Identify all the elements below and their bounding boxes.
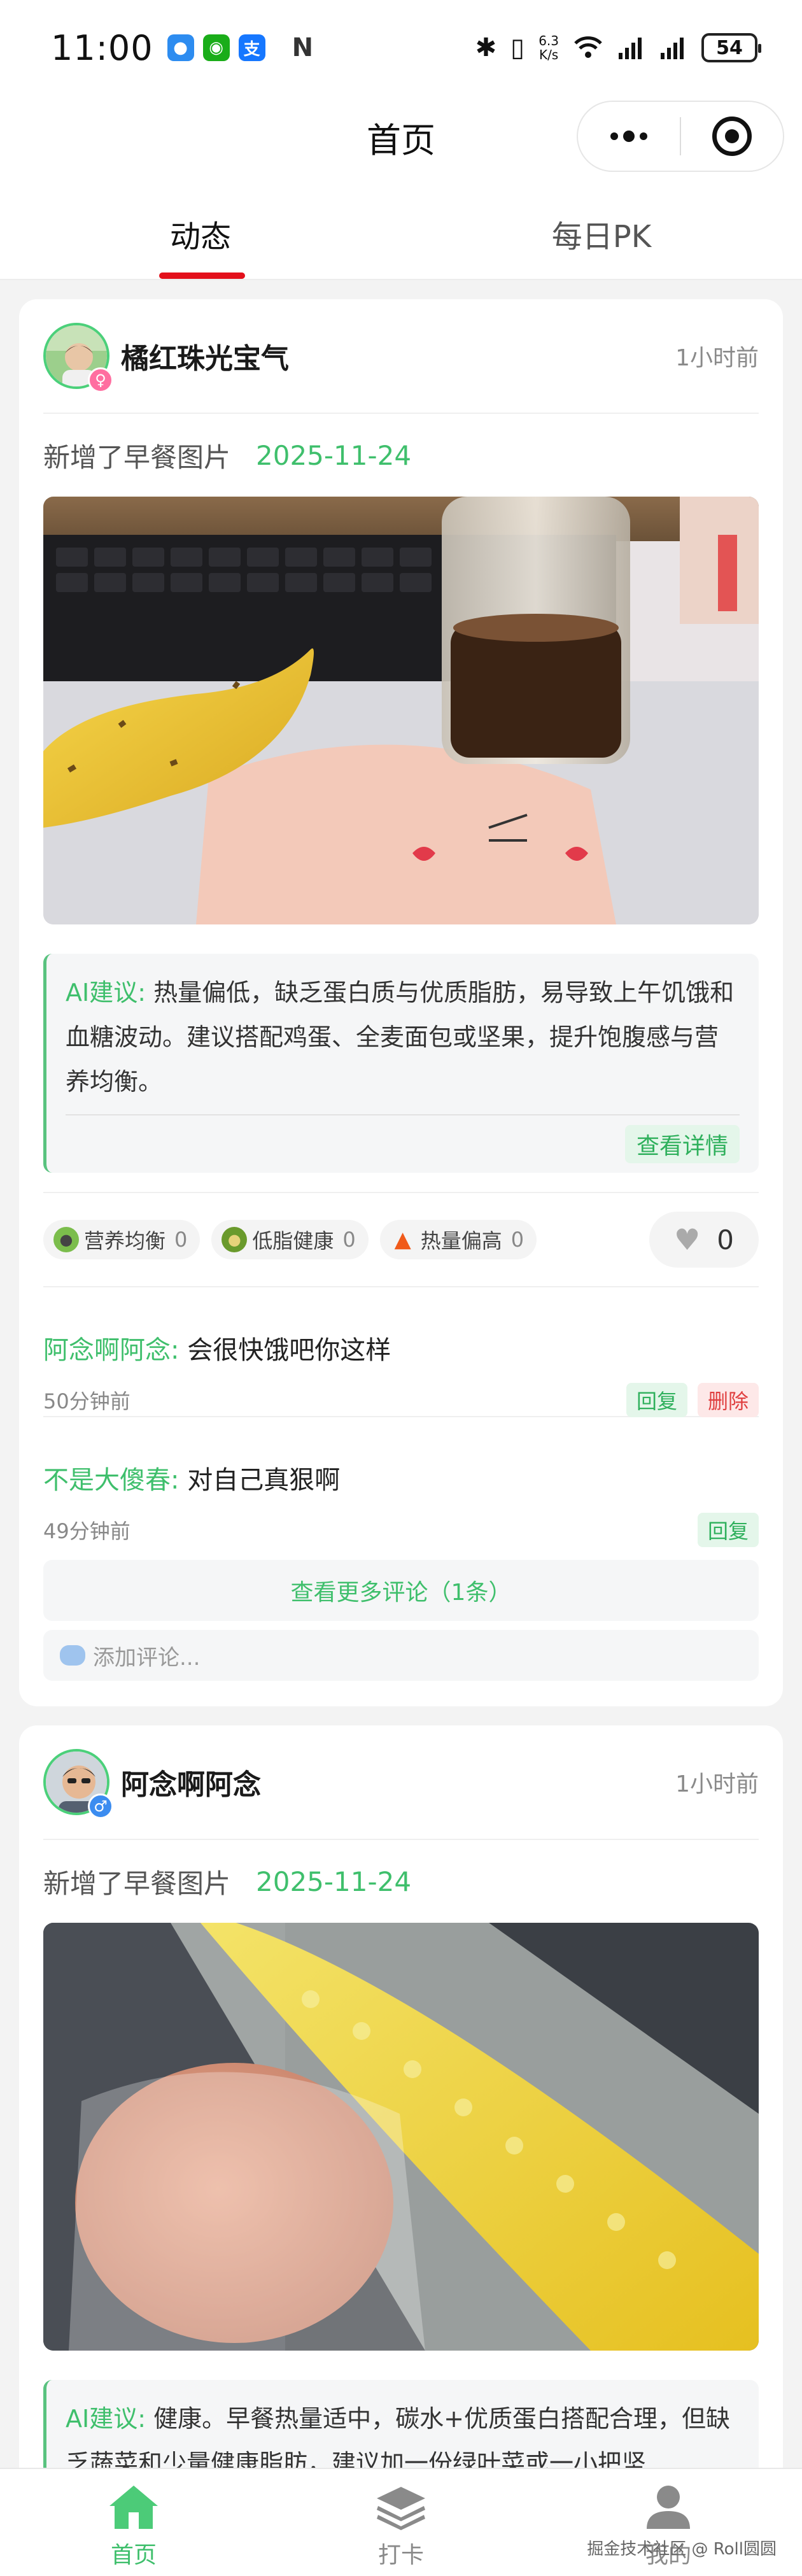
view-more-comments-button[interactable]: 查看更多评论（1条）: [43, 1560, 759, 1621]
tag-count: 0: [342, 1228, 356, 1252]
tag-balanced-button[interactable]: ● 营养均衡 0: [43, 1220, 200, 1259]
male-icon: ♂: [88, 1794, 113, 1819]
post-action: 新增了早餐图片: [43, 441, 231, 473]
breakfast-photo[interactable]: [43, 497, 759, 924]
post-date: 2025-11-24: [256, 1865, 412, 1897]
bluetooth-icon: ✱: [475, 33, 497, 62]
net-speed-value: 6.3: [538, 33, 559, 48]
heart-icon: ♥: [674, 1222, 701, 1257]
comment-item: 不是大傻春: 对自己真狠啊 49分钟前 回复: [43, 1417, 759, 1547]
post-time: 1小时前: [675, 345, 759, 371]
post-summary: 新增了早餐图片 2025-11-24: [43, 414, 759, 497]
comment-bubble-icon: [60, 1645, 85, 1666]
more-menu-button[interactable]: [578, 102, 680, 171]
ai-label: AI建议:: [66, 979, 146, 1007]
home-icon: [109, 2486, 158, 2529]
tabbar-home[interactable]: 首页: [0, 2469, 267, 2576]
more-dots-icon: [610, 131, 647, 142]
post-card: ♂ 阿念啊阿念 1小时前 新增了早餐图片 2025-11-24 AI建议: 健康…: [19, 1725, 783, 2576]
status-time: 11:00: [51, 27, 153, 68]
post-header: ♀ 橘红珠光宝气 1小时前: [43, 299, 759, 414]
mini-program-capsule: [577, 101, 784, 172]
view-details-button[interactable]: 查看详情: [624, 1125, 740, 1163]
post-header: ♂ 阿念啊阿念 1小时前: [43, 1725, 759, 1840]
breakfast-photo[interactable]: [43, 1923, 759, 2351]
comment-author[interactable]: 阿念啊阿念:: [43, 1336, 179, 1365]
page-title: 首页: [367, 120, 435, 160]
delete-button[interactable]: 删除: [697, 1383, 759, 1417]
comment-time: 50分钟前: [43, 1389, 130, 1413]
comment-text: 对自己真狠啊: [187, 1466, 341, 1495]
tag-label: 低脂健康: [252, 1229, 334, 1253]
tabbar-profile[interactable]: 我的: [535, 2469, 802, 2576]
female-icon: ♀: [88, 367, 113, 393]
like-button[interactable]: ♥ 0: [649, 1212, 759, 1268]
nav-bar: 首页: [0, 96, 802, 178]
add-comment-input[interactable]: 添加评论...: [43, 1630, 759, 1681]
alipay-icon: 支: [238, 34, 265, 61]
tab-feed[interactable]: 动态: [0, 178, 401, 279]
target-icon: [712, 117, 752, 156]
signal-icon-2: [661, 38, 684, 59]
ai-suggestion: AI建议: 热量偏低，缺乏蛋白质与优质脂肪，易导致上午饥饿和血糖波动。建议搭配鸡…: [43, 954, 759, 1173]
fire-icon: ▲: [394, 1227, 411, 1252]
ai-suggestion-text: AI建议: 热量偏低，缺乏蛋白质与优质脂肪，易导致上午饥饿和血糖波动。建议搭配鸡…: [66, 970, 740, 1104]
ai-label: AI建议:: [66, 2405, 146, 2433]
tag-count: 0: [174, 1228, 188, 1252]
net-speed-unit: K/s: [538, 47, 559, 62]
vibrate-icon: ▯: [510, 33, 525, 62]
tag-label: 营养均衡: [84, 1229, 166, 1253]
status-app-icons: ● ◉ 支: [167, 34, 265, 61]
top-tabs: 动态 每日PK: [0, 178, 802, 280]
avocado-icon: ●: [222, 1227, 248, 1252]
avatar[interactable]: ♂: [43, 1749, 113, 1819]
close-mini-program-button[interactable]: [681, 102, 783, 171]
tabbar-label: 打卡: [377, 2542, 424, 2568]
wifi-icon: [574, 36, 602, 58]
post-author[interactable]: 橘红珠光宝气: [121, 336, 289, 376]
post-action: 新增了早餐图片: [43, 1867, 231, 1899]
status-bar: 11:00 ● ◉ 支 N ✱ ▯ 6.3 K/s 54: [0, 0, 802, 96]
watermark: 掘金技术社区 @ Roll圆圆: [587, 2540, 777, 2559]
battery-icon: 54: [701, 33, 761, 62]
reaction-bar: ● 营养均衡 0 ● 低脂健康 0 ▲ 热量偏高 0 ♥ 0: [43, 1192, 759, 1287]
post-card: ♀ 橘红珠光宝气 1小时前 新增了早餐图片 2025-11-24 AI建议: 热…: [19, 299, 783, 1706]
ai-content: 健康。早餐热量适中，碳水+优质蛋白搭配合理，但缺乏蔬菜和少量健康脂肪，建议加一份…: [66, 2405, 730, 2477]
comment-item: 阿念啊阿念: 会很快饿吧你这样 50分钟前 回复 删除: [43, 1287, 759, 1417]
bottom-tab-bar: 首页 打卡 我的 掘金技术社区 @ Roll圆圆: [0, 2468, 802, 2576]
ai-content: 热量偏低，缺乏蛋白质与优质脂肪，易导致上午饥饿和血糖波动。建议搭配鸡蛋、全麦面包…: [66, 979, 735, 1096]
tag-low-fat-button[interactable]: ● 低脂健康 0: [211, 1220, 369, 1259]
nfc-icon: N: [292, 33, 314, 62]
like-count: 0: [717, 1224, 734, 1256]
tabbar-checkin[interactable]: 打卡: [267, 2469, 535, 2576]
comment-author[interactable]: 不是大傻春:: [43, 1466, 179, 1495]
tabbar-label: 首页: [110, 2542, 157, 2568]
comment-time: 49分钟前: [43, 1519, 130, 1543]
tag-label: 热量偏高: [420, 1229, 502, 1253]
wechat-icon: ◉: [202, 34, 230, 61]
comment-text: 会很快饿吧你这样: [187, 1336, 391, 1365]
post-summary: 新增了早餐图片 2025-11-24: [43, 1840, 759, 1923]
post-date: 2025-11-24: [256, 439, 412, 471]
layers-icon: [377, 2487, 425, 2530]
battery-level: 54: [716, 36, 743, 59]
tag-high-calorie-button[interactable]: ▲ 热量偏高 0: [379, 1220, 537, 1259]
net-speed: 6.3 K/s: [538, 34, 559, 62]
tag-count: 0: [510, 1228, 524, 1252]
tab-daily-pk[interactable]: 每日PK: [401, 178, 802, 279]
avatar[interactable]: ♀: [43, 323, 113, 393]
reply-button[interactable]: 回复: [626, 1383, 687, 1417]
message-app-icon: ●: [167, 34, 194, 61]
post-author[interactable]: 阿念啊阿念: [121, 1762, 261, 1802]
salad-icon: ●: [53, 1227, 79, 1252]
add-comment-placeholder: 添加评论...: [93, 1645, 200, 1671]
signal-icon: [619, 38, 642, 59]
user-icon: [647, 2486, 690, 2529]
post-time: 1小时前: [675, 1771, 759, 1797]
reply-button[interactable]: 回复: [697, 1513, 759, 1547]
